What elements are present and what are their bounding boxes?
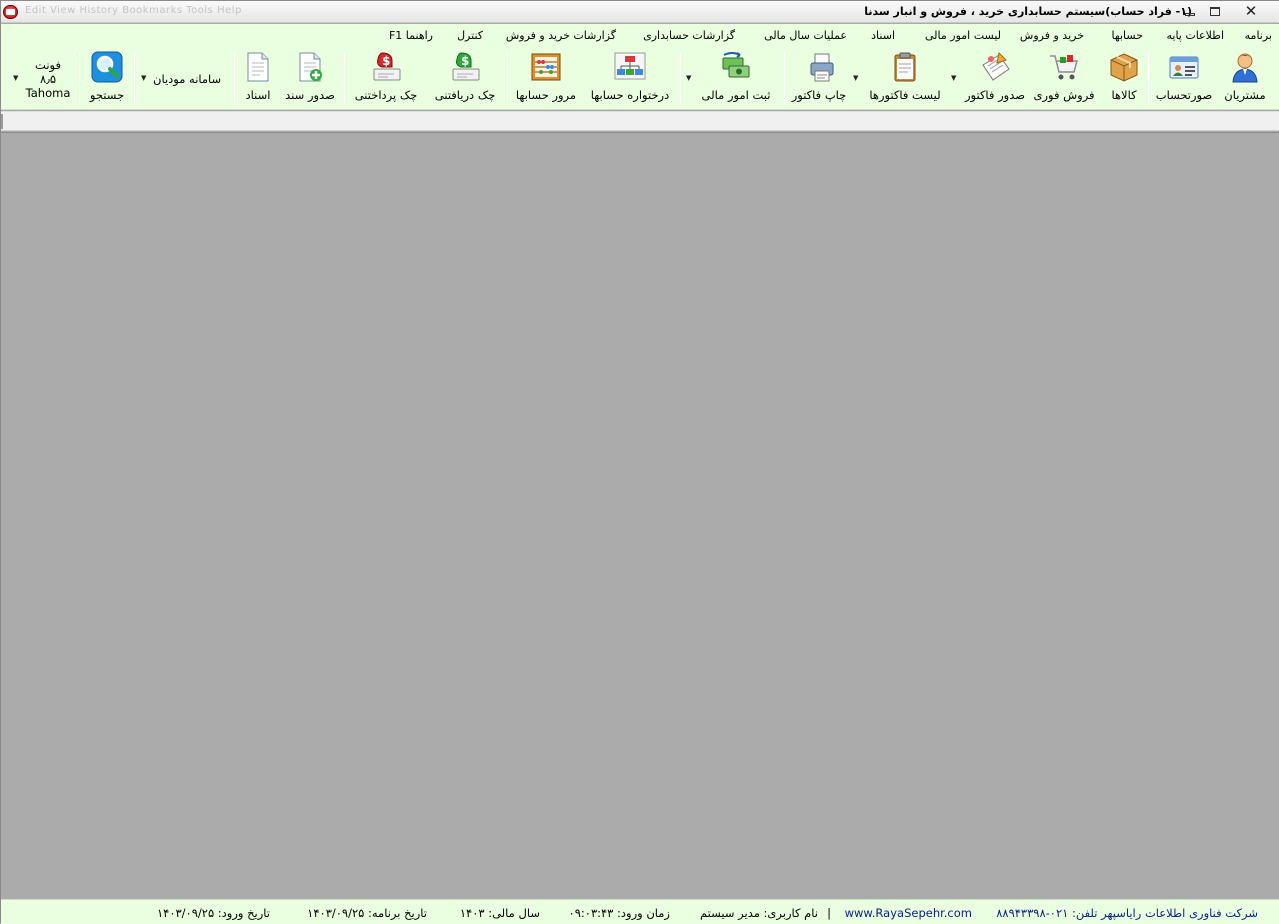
workspace-area: [1, 132, 1279, 899]
toolbar-separator: [134, 52, 135, 104]
svg-text:$: $: [461, 54, 469, 68]
menu-accounting-reports[interactable]: گزارشات حسابداری: [643, 29, 735, 42]
app-logo-icon[interactable]: [3, 5, 18, 19]
font-selector[interactable]: فونت ۸٫۵ Tahoma: [25, 58, 71, 100]
printer-icon: [802, 50, 836, 84]
font-name-value: Tahoma: [25, 86, 71, 100]
toolbar-separator: [1148, 52, 1149, 104]
documents-button[interactable]: اسناد: [239, 50, 277, 106]
invoice-list-button[interactable]: لیست فاکتورها: [865, 50, 945, 106]
svg-text:$: $: [382, 54, 390, 68]
tab-strip: [1, 111, 1279, 131]
status-bar: شرکت فناوری اطلاعات رایاسپهر تلفن: ۰۲۱-۸…: [1, 899, 1279, 924]
check-paid-icon: $: [369, 50, 403, 84]
clipboard-icon: [888, 50, 922, 84]
font-title: فونت: [35, 58, 61, 72]
status-login-time: زمان ورود: ۰۹:۰۳:۴۳: [568, 906, 670, 920]
status-login-date: تاریخ ورود: ۱۴۰۳/۰۹/۲۵: [156, 906, 270, 920]
account-tree-button[interactable]: درختواره حسابها: [586, 50, 674, 106]
menu-base-info[interactable]: اطلاعات پایه: [1166, 29, 1224, 42]
customer-person-icon: [1228, 50, 1262, 84]
record-finance-label: ثبت امور مالی: [701, 88, 771, 102]
abacus-icon: [529, 50, 563, 84]
taxpayers-system-button[interactable]: سامانه مودیان: [153, 72, 221, 86]
box-icon: [1107, 50, 1141, 84]
documents-label: اسناد: [245, 88, 271, 102]
statement-label: صورتحساب: [1155, 88, 1213, 102]
issue-invoice-label: صدور فاکتور: [964, 88, 1025, 102]
id-card-icon: [1167, 50, 1201, 84]
font-dropdown-icon[interactable]: ▼: [13, 74, 18, 82]
goods-label: کالاها: [1111, 88, 1137, 102]
faded-background-menu: Edit View History Bookmarks Tools Help: [25, 5, 242, 16]
toolbar-separator: [344, 52, 345, 104]
goods-button[interactable]: کالاها: [1104, 50, 1144, 106]
status-username: نام کاربری: مدیر سیستم: [700, 906, 818, 920]
document-icon: [241, 50, 275, 84]
search-icon: [90, 50, 124, 84]
menu-sales-reports[interactable]: گزارشات خرید و فروش: [506, 29, 616, 42]
issue-document-label: صدور سند: [285, 88, 335, 102]
menu-bar: برنامه اطلاعات پایه حسابها خرید و فروش ل…: [1, 24, 1279, 46]
issue-invoice-dropdown-icon[interactable]: ▼: [951, 74, 956, 82]
invoice-list-dropdown-icon[interactable]: ▼: [853, 74, 858, 82]
menu-program[interactable]: برنامه: [1245, 29, 1272, 42]
menu-accounts[interactable]: حسابها: [1112, 29, 1143, 42]
strip-edge: [1, 114, 3, 129]
font-size-value: ۸٫۵: [39, 72, 57, 86]
check-received-icon: $: [448, 50, 482, 84]
search-button[interactable]: جستجو: [85, 50, 129, 106]
status-divider: |: [827, 906, 831, 920]
toolbar: مشتریان صورتحساب کالاها فروش فوری صدور ف…: [1, 46, 1279, 110]
close-icon[interactable]: ✕: [1232, 2, 1270, 20]
invoice-pen-icon: [978, 50, 1012, 84]
invoice-list-label: لیست فاکتورها: [869, 88, 941, 102]
paid-check-label: چک پرداختنی: [354, 88, 418, 102]
received-check-button[interactable]: $ چک دریافتنی: [429, 50, 501, 106]
search-label: جستجو: [89, 88, 125, 102]
shopping-cart-icon: [1047, 50, 1081, 84]
toolbar-separator: [784, 52, 785, 104]
record-finance-dropdown-icon[interactable]: ▼: [686, 74, 691, 82]
app-window: Edit View History Bookmarks Tools Help (…: [0, 0, 1279, 924]
window-title: (۱- فراد حساب)سیستم حسابداری خرید ، فروش…: [864, 5, 1192, 18]
customers-label: مشتریان: [1224, 88, 1266, 102]
status-program-date: تاریخ برنامه: ۱۴۰۳/۰۹/۲۵: [307, 906, 427, 920]
title-bar: Edit View History Bookmarks Tools Help (…: [1, 1, 1279, 23]
taxpayers-dropdown-icon[interactable]: ▼: [141, 74, 146, 82]
toolbar-separator: [234, 52, 235, 104]
menu-control[interactable]: کنترل: [457, 29, 483, 42]
paid-check-button[interactable]: $ چک پرداختنی: [349, 50, 423, 106]
menu-help[interactable]: راهنما F1: [389, 29, 433, 42]
issue-invoice-button[interactable]: صدور فاکتور: [964, 50, 1026, 106]
review-accounts-button[interactable]: مرور حسابها: [512, 50, 580, 106]
menu-buy-sell[interactable]: خرید و فروش: [1020, 29, 1084, 42]
record-finance-button[interactable]: ثبت امور مالی: [698, 50, 774, 106]
status-website[interactable]: www.RayaSepehr.com: [845, 906, 972, 920]
new-document-icon: [293, 50, 327, 84]
money-exchange-icon: [719, 50, 753, 84]
toolbar-separator: [507, 52, 508, 104]
status-company: شرکت فناوری اطلاعات رایاسپهر تلفن: ۰۲۱-۸…: [996, 906, 1258, 920]
print-invoice-label: چاپ فاکتور: [791, 88, 847, 102]
restore-icon[interactable]: [1203, 2, 1227, 20]
menu-finance-list[interactable]: لیست امور مالی: [925, 29, 1001, 42]
status-fiscal-year: سال مالی: ۱۴۰۳: [459, 906, 540, 920]
minimize-icon[interactable]: [1178, 2, 1202, 20]
menu-documents[interactable]: اسناد: [871, 29, 895, 42]
account-tree-label: درختواره حسابها: [590, 88, 670, 102]
statement-button[interactable]: صورتحساب: [1153, 50, 1215, 106]
org-chart-icon: [613, 50, 647, 84]
issue-document-button[interactable]: صدور سند: [282, 50, 338, 106]
quick-sale-button[interactable]: فروش فوری: [1032, 50, 1096, 106]
review-accounts-label: مرور حسابها: [515, 88, 577, 102]
customers-button[interactable]: مشتریان: [1220, 50, 1270, 106]
quick-sale-label: فروش فوری: [1033, 88, 1095, 102]
received-check-label: چک دریافتنی: [434, 88, 496, 102]
toolbar-separator: [680, 52, 681, 104]
toolbar-separator: [79, 52, 80, 104]
menu-fiscal-ops[interactable]: عملیات سال مالی: [764, 29, 847, 42]
print-invoice-button[interactable]: چاپ فاکتور: [789, 50, 849, 106]
